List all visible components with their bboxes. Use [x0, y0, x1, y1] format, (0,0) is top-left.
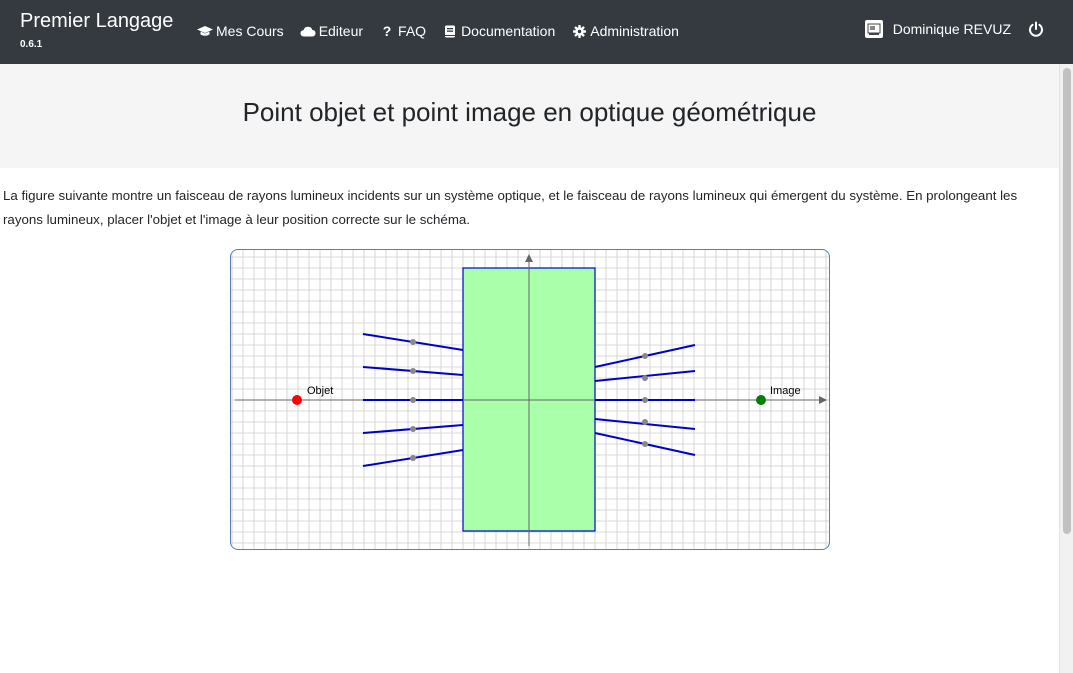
- nav-link-mes-cours[interactable]: Mes Cours: [197, 20, 284, 42]
- nav-link-editeur[interactable]: Editeur: [300, 20, 363, 42]
- optics-figure[interactable]: Objet Image: [230, 249, 830, 550]
- nav-links: Mes Cours Editeur ? FAQ Documentation Ad…: [197, 20, 695, 42]
- graduation-cap-icon: [197, 24, 213, 38]
- scrollbar-thumb[interactable]: [1063, 68, 1071, 534]
- question-icon: ?: [382, 23, 392, 39]
- emergent-ray-handle[interactable]: [642, 441, 648, 447]
- nav-link-label: Administration: [590, 23, 679, 39]
- power-icon[interactable]: [1027, 20, 1045, 38]
- cloud-icon: [300, 24, 316, 38]
- nav-link-label: FAQ: [398, 23, 427, 39]
- emergent-ray-handle[interactable]: [642, 419, 648, 425]
- incident-ray-handle[interactable]: [410, 455, 416, 461]
- brand-version: 0.6.1: [20, 39, 43, 50]
- nav-link-faq[interactable]: ? FAQ: [379, 20, 426, 42]
- incident-ray-handle[interactable]: [410, 426, 416, 432]
- optics-canvas[interactable]: Objet Image: [231, 250, 829, 549]
- incident-ray-handle[interactable]: [410, 339, 416, 345]
- image-point[interactable]: [756, 395, 766, 405]
- page-header: Point objet et point image en optique gé…: [0, 64, 1059, 168]
- nav-link-administration[interactable]: Administration: [571, 20, 679, 42]
- book-icon: [442, 24, 458, 38]
- emergent-ray-handle[interactable]: [642, 397, 648, 403]
- y-axis-arrow: [525, 254, 533, 262]
- object-label: Objet: [307, 385, 333, 397]
- emergent-ray-handle[interactable]: [642, 353, 648, 359]
- top-navbar: Premier Langage 0.6.1 Mes Cours Editeur …: [0, 0, 1073, 64]
- brand-name[interactable]: Premier Langage: [20, 9, 173, 33]
- object-point[interactable]: [292, 395, 302, 405]
- image-label: Image: [770, 385, 801, 397]
- user-name[interactable]: Dominique REVUZ: [893, 21, 1011, 37]
- incident-ray-handle[interactable]: [410, 368, 416, 374]
- page-title: Point objet et point image en optique gé…: [242, 97, 817, 127]
- exercise-statement: La figure suivante montre un faisceau de…: [3, 188, 1018, 227]
- nav-link-label: Mes Cours: [216, 23, 284, 39]
- nav-link-label: Documentation: [461, 23, 556, 39]
- gear-icon: [571, 24, 587, 38]
- user-area: Dominique REVUZ: [864, 20, 1045, 38]
- user-avatar-icon[interactable]: [864, 20, 883, 38]
- emergent-ray-handle[interactable]: [642, 375, 648, 381]
- incident-ray-handle[interactable]: [410, 397, 416, 403]
- brand[interactable]: Premier Langage 0.6.1: [20, 9, 173, 51]
- nav-link-label: Editeur: [318, 23, 364, 39]
- vertical-scrollbar[interactable]: [1059, 64, 1073, 673]
- nav-link-documentation[interactable]: Documentation: [442, 20, 555, 42]
